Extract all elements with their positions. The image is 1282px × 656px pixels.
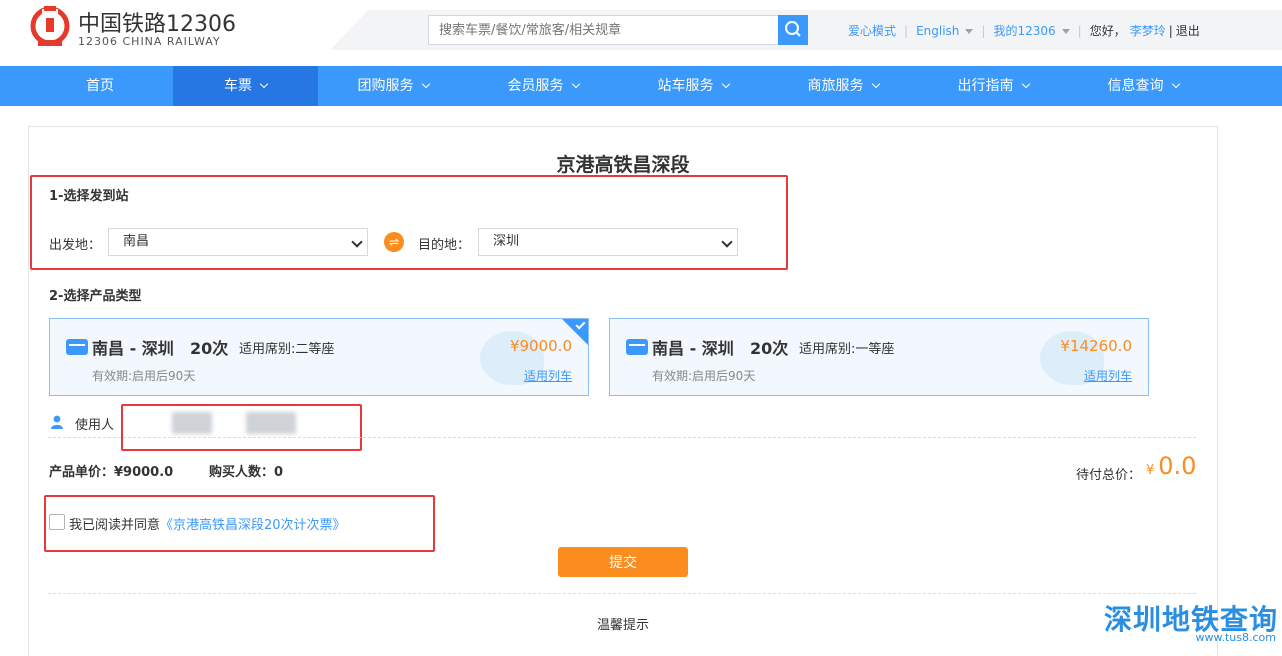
total-price: ¥0.0: [1146, 452, 1196, 480]
search-input[interactable]: [428, 15, 780, 45]
product-card-second-class[interactable]: 南昌 - 深圳 20次 适用席别:二等座 有效期:启用后90天 ¥9000.0 …: [49, 318, 589, 396]
total-currency: ¥: [1146, 463, 1155, 478]
chevron-down-icon: [1171, 79, 1180, 89]
logout-link[interactable]: 退出: [1176, 22, 1200, 39]
chevron-down-icon: [259, 79, 269, 89]
nav-label: 商旅服务: [807, 78, 864, 94]
user-label: 使用人: [75, 418, 115, 433]
nav-label: 出行指南: [957, 78, 1014, 94]
user-name-link[interactable]: 李梦玲: [1130, 22, 1166, 39]
product-route: 南昌 - 深圳: [92, 339, 174, 358]
section-product-title: 2-选择产品类型: [49, 289, 142, 304]
card-icon: [66, 339, 88, 355]
chevron-down-icon: [721, 79, 730, 89]
product-seat: 适用席别:二等座: [239, 342, 335, 357]
nav-label: 首页: [86, 78, 114, 94]
divider: [48, 593, 1196, 594]
top-divider: |: [904, 24, 909, 38]
submit-button[interactable]: 提交: [558, 547, 688, 577]
product-route: 南昌 - 深圳: [652, 339, 734, 358]
top-divider: |: [981, 24, 986, 38]
top-divider: |: [1077, 24, 1082, 38]
search-button[interactable]: [778, 15, 808, 45]
divider: [48, 437, 1196, 438]
nav-label: 信息查询: [1107, 78, 1164, 94]
chevron-down-icon: [1021, 79, 1030, 89]
nav-label: 车票: [224, 78, 252, 94]
card-icon: [626, 339, 648, 355]
total-label: 待付总价：: [1076, 468, 1142, 483]
railway-logo-icon[interactable]: [28, 6, 72, 50]
logo-subtitle: 12306 CHINA RAILWAY: [78, 35, 221, 48]
caret-down-icon[interactable]: [1061, 29, 1070, 34]
top-links: 爱心模式 | English | 我的12306 | 您好， 李梦玲 | 退出: [848, 22, 1200, 39]
nav-label: 会员服务: [507, 78, 564, 94]
buyer-count: 购买人数：0: [209, 465, 284, 480]
nav-item-tickets[interactable]: 车票: [173, 66, 318, 106]
page-title: 京港高铁昌深段: [556, 154, 690, 176]
nav-item-group[interactable]: 团购服务: [318, 66, 468, 106]
watermark-url: www.tus8.com: [1195, 631, 1276, 644]
product-validity: 有效期:启用后90天: [92, 369, 196, 383]
highlight-box-agreement: [44, 495, 435, 552]
my12306-link[interactable]: 我的12306: [993, 22, 1055, 39]
chevron-down-icon: [871, 79, 880, 89]
nav-item-member[interactable]: 会员服务: [468, 66, 618, 106]
chevron-down-icon: [571, 79, 580, 89]
unit-price: 产品单价：¥9000.0: [49, 465, 174, 480]
search-icon: [785, 21, 801, 37]
header: 中国铁路12306 12306 CHINA RAILWAY 爱心模式 | Engli…: [0, 0, 1282, 66]
applicable-trains-link[interactable]: 适用列车: [524, 367, 572, 384]
site-watermark: 深圳地铁查询 www.tus8.com: [1098, 598, 1282, 645]
product-times: 20次: [750, 339, 789, 358]
tips-heading: 温馨提示: [596, 618, 649, 633]
care-mode-link[interactable]: 爱心模式: [848, 22, 896, 39]
product-card-first-class[interactable]: 南昌 - 深圳 20次 适用席别:一等座 有效期:启用后90天 ¥14260.0…: [609, 318, 1149, 396]
product-seat: 适用席别:一等座: [799, 342, 895, 357]
nav-item-info[interactable]: 信息查询: [1068, 66, 1218, 106]
product-times: 20次: [190, 339, 229, 358]
product-validity: 有效期:启用后90天: [652, 369, 756, 383]
highlight-box-user: [121, 404, 362, 451]
caret-down-icon[interactable]: [965, 29, 974, 34]
user-icon: [51, 415, 63, 429]
highlight-box-stations: [30, 175, 788, 270]
nav-item-guide[interactable]: 出行指南: [918, 66, 1068, 106]
greeting: 您好，: [1089, 24, 1126, 38]
nav-item-business[interactable]: 商旅服务: [768, 66, 918, 106]
logo-title[interactable]: 中国铁路12306: [78, 6, 236, 38]
main-nav: 首页 车票 团购服务 会员服务 站车服务 商旅服务 出行指南 信息查询: [0, 66, 1282, 106]
nav-label: 站车服务: [657, 78, 714, 94]
chevron-down-icon: [421, 79, 430, 89]
top-divider: |: [1168, 24, 1173, 38]
nav-label: 团购服务: [357, 78, 414, 94]
applicable-trains-link[interactable]: 适用列车: [1084, 367, 1132, 384]
product-price: ¥14260.0: [1060, 337, 1132, 355]
nav-item-station[interactable]: 站车服务: [618, 66, 768, 106]
nav-item-home[interactable]: 首页: [25, 66, 175, 106]
english-link[interactable]: English: [916, 24, 959, 38]
total-value: 0.0: [1158, 452, 1197, 480]
